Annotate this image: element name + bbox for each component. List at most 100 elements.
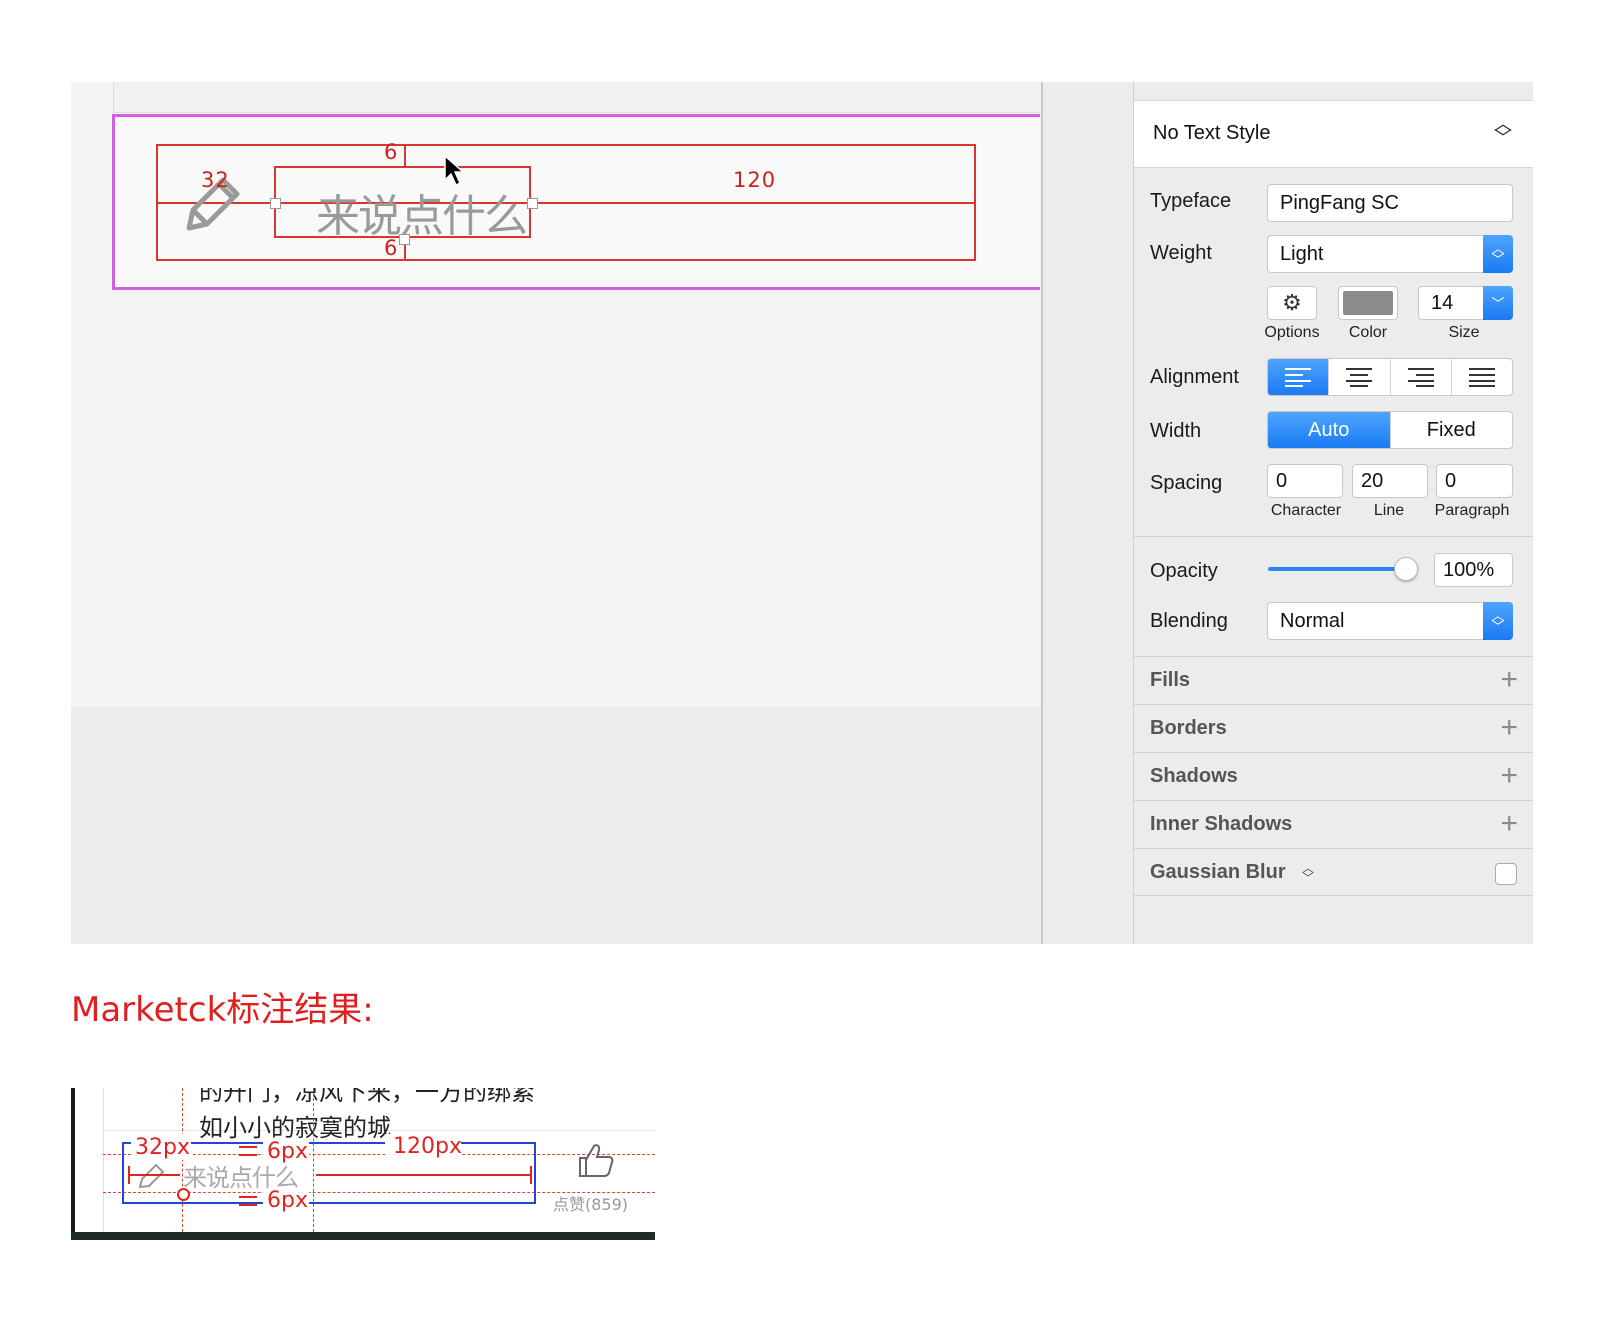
shadows-section[interactable]: Shadows + — [1134, 752, 1533, 800]
measure-label-top: 6 — [384, 140, 399, 164]
artboard-top-strip — [113, 82, 1042, 113]
weight-select[interactable]: Light ︿ ﹀ — [1267, 235, 1513, 273]
align-left-icon — [1285, 368, 1312, 387]
text-style-row[interactable]: No Text Style ︿ ﹀ — [1134, 100, 1533, 168]
inspector-panel: No Text Style ︿ ﹀ Typeface PingFang SC We… — [1133, 82, 1533, 944]
inner-shadows-title: Inner Shadows — [1150, 813, 1293, 835]
weight-stepper-icon[interactable]: ︿ ﹀ — [1483, 235, 1513, 273]
opacity-slider-track[interactable] — [1268, 567, 1408, 571]
align-center-button[interactable] — [1329, 359, 1391, 395]
dark-left-edge — [71, 1088, 75, 1240]
color-sublabel: Color — [1348, 324, 1388, 341]
measure-anchor-dot — [177, 1188, 190, 1201]
paragraph-sublabel: Paragraph — [1434, 502, 1510, 519]
opacity-slider-knob[interactable] — [1394, 557, 1418, 581]
sketch-screenshot: 来说点什么 6 6 32 120 No Text Style ︿ ﹀ Typefa… — [71, 82, 1533, 944]
label-left: 32px — [135, 1135, 190, 1160]
gaussian-blur-section[interactable]: Gaussian Blur ︿ ﹀ — [1134, 848, 1533, 896]
blur-checkbox[interactable] — [1495, 863, 1517, 885]
measure-left-cap — [128, 1166, 130, 1184]
mouse-cursor-icon — [444, 154, 465, 187]
size-value: 14 — [1431, 291, 1454, 314]
panel-separator — [1134, 536, 1533, 537]
label-top: 6px — [267, 1139, 308, 1164]
inner-shadows-section[interactable]: Inner Shadows + — [1134, 800, 1533, 848]
weight-value: Light — [1280, 242, 1324, 265]
inspector-gutter — [1043, 82, 1139, 944]
canvas-lower-area — [71, 707, 1041, 944]
measure-label-bottom: 6 — [384, 236, 399, 260]
align-justify-button[interactable] — [1452, 359, 1512, 395]
opacity-field[interactable]: 100% — [1434, 553, 1513, 587]
width-label: Width — [1150, 420, 1202, 442]
character-sublabel: Character — [1270, 502, 1342, 519]
label-right: 120px — [393, 1134, 462, 1159]
measure-label-left: 32 — [201, 168, 230, 192]
color-well[interactable] — [1338, 286, 1398, 320]
blending-value: Normal — [1280, 609, 1345, 632]
like-count: 点赞(859) — [553, 1195, 629, 1214]
measure-bottom-ticks — [239, 1196, 257, 1206]
add-shadow-plus-icon[interactable]: + — [1500, 759, 1518, 793]
paragraph-spacing-field[interactable]: 0 — [1436, 464, 1513, 498]
width-control[interactable]: Auto Fixed — [1267, 411, 1513, 449]
resize-handle-left[interactable] — [270, 198, 281, 209]
gear-icon: ⚙ — [1282, 290, 1302, 315]
blending-select[interactable]: Normal ︿ ﹀ — [1267, 602, 1513, 640]
spacing-label: Spacing — [1150, 472, 1223, 494]
typeface-field[interactable]: PingFang SC — [1267, 184, 1513, 222]
blending-label: Blending — [1150, 610, 1228, 632]
measure-right-line — [316, 1174, 532, 1176]
fills-title: Fills — [1150, 669, 1191, 691]
align-right-button[interactable] — [1391, 359, 1452, 395]
resize-handle-right[interactable] — [527, 198, 538, 209]
label-bottom: 6px — [267, 1188, 308, 1213]
align-right-icon — [1407, 368, 1434, 387]
line-spacing-field[interactable]: 20 — [1352, 464, 1428, 498]
color-swatch — [1343, 291, 1393, 315]
align-left-button[interactable] — [1268, 359, 1330, 395]
chevron-updown-icon: ︿ ﹀ — [1494, 114, 1512, 148]
width-fixed-button[interactable]: Fixed — [1391, 412, 1513, 448]
alignment-label: Alignment — [1150, 366, 1239, 388]
measure-top-line — [404, 144, 406, 166]
typeface-label: Typeface — [1150, 190, 1232, 212]
article-text-line2: 如小小的寂寞的城 — [199, 1114, 391, 1142]
pencil-icon — [138, 1163, 165, 1189]
align-center-icon — [1346, 368, 1373, 387]
add-fill-plus-icon[interactable]: + — [1500, 663, 1518, 697]
section-heading: Marketck标注结果: — [71, 990, 374, 1030]
size-sublabel: Size — [1448, 324, 1480, 341]
borders-title: Borders — [1150, 717, 1227, 739]
align-justify-icon — [1468, 368, 1495, 387]
text-style-label: No Text Style — [1153, 122, 1271, 144]
opacity-label: Opacity — [1150, 560, 1218, 582]
options-sublabel: Options — [1264, 324, 1320, 341]
measure-top-ticks — [239, 1146, 257, 1156]
add-inner-shadow-plus-icon[interactable]: + — [1500, 807, 1518, 841]
size-field[interactable]: 14 ﹀ — [1418, 286, 1513, 320]
alignment-control[interactable] — [1267, 358, 1513, 396]
blur-type-chevron-icon[interactable]: ︿ ﹀ — [1302, 862, 1314, 884]
content-divider — [103, 1088, 104, 1232]
add-border-plus-icon[interactable]: + — [1500, 711, 1518, 745]
measure-label-right: 120 — [733, 168, 777, 192]
resize-handle-bottom[interactable] — [399, 234, 410, 245]
line-sublabel: Line — [1373, 502, 1405, 519]
weight-label: Weight — [1150, 242, 1212, 264]
fills-section[interactable]: Fills + — [1134, 656, 1533, 704]
options-button[interactable]: ⚙ — [1267, 286, 1317, 320]
article-text-line1: 的开门，凉风下来，一方的绑紧 — [199, 1088, 535, 1106]
marketch-screenshot: 的开门，凉风下来，一方的绑紧 如小小的寂寞的城 来说点什么 32px 6px 6… — [71, 1088, 655, 1240]
placeholder-text: 来说点什么 — [316, 191, 528, 242]
measure-right-cap — [530, 1166, 532, 1184]
width-auto-button[interactable]: Auto — [1268, 412, 1391, 448]
blending-stepper-icon[interactable]: ︿ ﹀ — [1483, 602, 1513, 640]
thumbs-up-icon — [579, 1144, 614, 1177]
measure-left-line — [128, 1174, 180, 1176]
borders-section[interactable]: Borders + — [1134, 704, 1533, 752]
dark-bottom-edge — [71, 1232, 655, 1240]
size-dropdown-icon[interactable]: ﹀ — [1483, 286, 1513, 320]
character-spacing-field[interactable]: 0 — [1267, 464, 1343, 498]
shadows-title: Shadows — [1150, 765, 1238, 787]
